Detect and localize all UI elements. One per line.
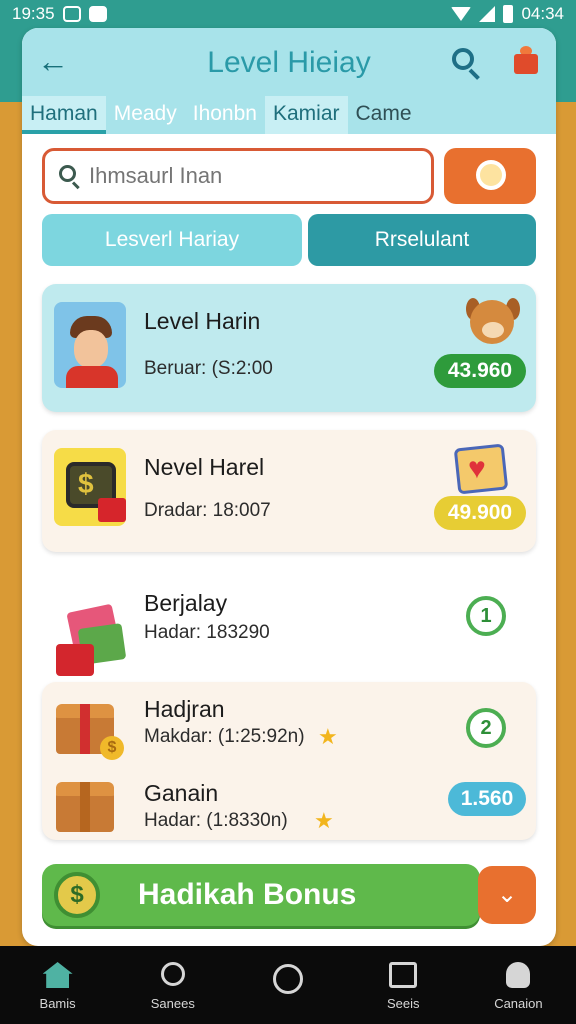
list-group: $ Hadjran Makdar: (1:25:92n) ★ 2 Ganain … [42, 682, 536, 840]
star-icon: ★ [314, 808, 334, 833]
tab-bar: Haman Meady Ihonbn Kamiar Came [22, 96, 556, 134]
nav-item-recent[interactable]: Seeis [346, 946, 461, 1024]
dog-icon [460, 294, 520, 352]
bonus-label: Hadikah Bonus [138, 878, 357, 911]
heart-card-icon: ♥ [452, 442, 510, 496]
item-subtitle: Hadar: 183290 [144, 622, 270, 643]
home-icon [42, 962, 73, 988]
wifi-icon [451, 7, 472, 21]
nav-label: Seeis [386, 996, 420, 1011]
circle-icon [273, 964, 303, 994]
item-subtitle: Beruar: (S:2:00 [144, 358, 273, 379]
search-field[interactable] [42, 148, 434, 204]
treasure-chest-icon [56, 780, 120, 832]
square-icon [389, 962, 418, 988]
status-time: 19:35 [12, 4, 55, 23]
search-input[interactable] [89, 161, 419, 191]
status-clock: 04:34 [521, 4, 564, 23]
list-item[interactable]: Berjalay Hadar: 183290 1 [42, 570, 536, 682]
nav-label: Canaion [494, 996, 543, 1011]
item-subtitle: Hadar: (1:8330n) [144, 810, 288, 831]
bonus-button[interactable]: $ Hadikah Bonus [42, 864, 480, 926]
item-title: Hadjran [144, 696, 225, 722]
item-title: Nevel Harel [144, 454, 265, 480]
app-card: ← Level Hieiay Haman Meady Ihonbn Kamiar… [22, 28, 556, 946]
list-item[interactable]: Level Harin Beruar: (S:2:00 43.960 [42, 284, 536, 412]
cards-gift-icon [54, 603, 127, 678]
nav-label: Sanees [150, 996, 195, 1011]
avatar [54, 302, 126, 388]
person-icon [506, 962, 531, 988]
score-badge: 1.560 [448, 782, 526, 816]
item-subtitle: Dradar: 18:007 [144, 500, 271, 521]
filter-level-button[interactable]: Lesverl Hariay [42, 214, 302, 266]
tab-came[interactable]: Came [348, 96, 420, 134]
search-icon [160, 962, 185, 986]
nav-label: Bamis [39, 996, 76, 1011]
notification-icon [62, 6, 81, 22]
header: ← Level Hieiay Haman Meady Ihonbn Kamiar… [22, 28, 556, 134]
item-title: Level Harin [144, 308, 261, 334]
tab-ihonbn[interactable]: Ihonbn [185, 96, 265, 134]
score-badge: 49.900 [434, 496, 526, 530]
signal-icon [479, 6, 496, 22]
gift-icon[interactable] [512, 44, 540, 76]
message-icon [88, 6, 107, 22]
rank-badge: 2 [466, 708, 506, 748]
bottom-nav: Bamis Sanees Seeis Canaion [0, 946, 576, 1024]
star-icon: ★ [318, 724, 338, 749]
score-badge: 43.960 [434, 354, 526, 388]
location-button[interactable] [444, 148, 536, 204]
rank-badge: 1 [466, 596, 506, 636]
location-pin-icon [476, 160, 506, 190]
coin-icon: $ [54, 872, 100, 918]
treasure-chest-icon: $ [56, 702, 124, 760]
nav-item-home[interactable]: Bamis [0, 946, 115, 1024]
tab-meady[interactable]: Meady [106, 96, 185, 134]
search-icon[interactable] [450, 46, 480, 80]
filter-result-button[interactable]: Rrselulant [308, 214, 536, 266]
tab-kamiar[interactable]: Kamiar [264, 96, 348, 134]
battery-icon [503, 5, 514, 23]
list-item[interactable]: $ Nevel Harel Dradar: 18:007 ♥ 49.900 [42, 430, 536, 552]
nav-item-home-button[interactable] [230, 946, 345, 1024]
magnifier-icon [59, 165, 81, 190]
chevron-down-icon[interactable]: ⌄ [478, 866, 536, 924]
money-icon: $ [54, 448, 126, 526]
nav-item-profile[interactable]: Canaion [461, 946, 576, 1024]
item-title: Ganain [144, 780, 219, 806]
status-bar: 19:35 04:34 [0, 0, 576, 30]
nav-item-search[interactable]: Sanees [115, 946, 230, 1024]
tab-haman[interactable]: Haman [22, 96, 106, 134]
item-title: Berjalay [144, 590, 228, 616]
item-subtitle: Makdar: (1:25:92n) [144, 726, 305, 747]
